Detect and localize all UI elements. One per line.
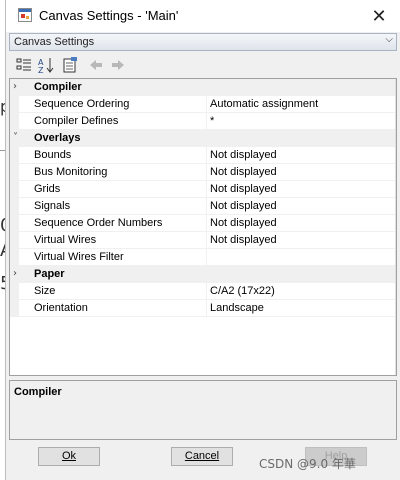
sort-alphabetical-icon[interactable]: A Z — [37, 56, 55, 74]
property-row[interactable]: Sequence Ordering Automatic assignment — [10, 96, 396, 113]
property-name: Sequence Order Numbers — [19, 215, 207, 232]
collapse-icon[interactable]: › — [13, 268, 17, 279]
watermark-text: CSDN @9.0 年華 — [259, 457, 356, 471]
property-row[interactable]: Virtual Wires Not displayed — [10, 232, 396, 249]
cancel-button[interactable]: Cancel — [171, 447, 233, 466]
svg-text:Z: Z — [38, 66, 44, 74]
property-name: Bus Monitoring — [19, 164, 207, 181]
forward-icon[interactable] — [109, 56, 127, 74]
property-name: Compiler Defines — [19, 113, 207, 130]
property-value[interactable]: * — [207, 113, 396, 130]
category-row[interactable]: ˅ Overlays — [10, 130, 396, 147]
row-gutter — [10, 181, 19, 198]
title-bar[interactable]: Canvas Settings - 'Main' ✕ — [6, 0, 400, 32]
canvas-settings-dialog: Canvas Settings - 'Main' ✕ Canvas Settin… — [5, 0, 400, 480]
property-row[interactable]: Virtual Wires Filter — [10, 249, 396, 266]
row-gutter — [10, 147, 19, 164]
property-row[interactable]: Bus Monitoring Not displayed — [10, 164, 396, 181]
property-name: Bounds — [19, 147, 207, 164]
close-icon: ✕ — [371, 5, 387, 27]
collapse-icon[interactable]: › — [13, 81, 17, 92]
ok-button[interactable]: Ok — [38, 447, 100, 466]
property-name: Signals — [19, 198, 207, 215]
row-gutter — [10, 283, 19, 300]
property-name: Size — [19, 283, 207, 300]
property-name: Grids — [19, 181, 207, 198]
row-gutter — [10, 96, 19, 113]
back-icon[interactable] — [87, 56, 105, 74]
property-row[interactable]: Compiler Defines * — [10, 113, 396, 130]
grid-divider — [395, 79, 396, 375]
app-icon — [18, 8, 32, 22]
row-gutter — [10, 300, 19, 317]
row-gutter — [10, 164, 19, 181]
category-row[interactable]: › Paper — [10, 266, 396, 283]
description-panel: Compiler — [9, 380, 397, 440]
property-value[interactable]: Landscape — [207, 300, 396, 317]
property-value[interactable]: Not displayed — [207, 147, 396, 164]
property-toolbar: A Z — [9, 53, 397, 77]
category-row[interactable]: › Compiler — [10, 79, 396, 96]
property-row[interactable]: Signals Not displayed — [10, 198, 396, 215]
property-value[interactable]: C/A2 (17x22) — [207, 283, 396, 300]
row-gutter — [10, 215, 19, 232]
categorized-icon[interactable] — [15, 56, 33, 74]
row-gutter — [10, 249, 19, 266]
property-row[interactable]: Size C/A2 (17x22) — [10, 283, 396, 300]
description-title: Compiler — [14, 386, 62, 398]
row-gutter — [10, 232, 19, 249]
property-name: Virtual Wires — [19, 232, 207, 249]
row-gutter — [10, 198, 19, 215]
window-title: Canvas Settings - 'Main' — [39, 8, 179, 23]
property-pages-icon[interactable] — [61, 56, 79, 74]
category-label: Overlays — [34, 132, 81, 144]
property-value[interactable]: Automatic assignment — [207, 96, 396, 113]
property-value[interactable]: Not displayed — [207, 232, 396, 249]
property-grid: › Compiler Sequence Ordering Automatic a… — [9, 78, 397, 376]
category-label: Compiler — [34, 81, 82, 93]
property-value[interactable]: Not displayed — [207, 181, 396, 198]
property-row[interactable]: Sequence Order Numbers Not displayed — [10, 215, 396, 232]
chevron-down-icon: ⌵ — [385, 34, 393, 45]
property-name: Virtual Wires Filter — [19, 249, 207, 266]
category-label: Paper — [34, 268, 65, 280]
property-value[interactable]: Not displayed — [207, 215, 396, 232]
close-button[interactable]: ✕ — [357, 0, 400, 32]
collapse-icon[interactable]: ˅ — [13, 132, 18, 143]
property-row[interactable]: Orientation Landscape — [10, 300, 396, 317]
property-row[interactable]: Grids Not displayed — [10, 181, 396, 198]
object-selector-dropdown[interactable]: Canvas Settings ⌵ — [9, 33, 397, 51]
property-name: Orientation — [19, 300, 207, 317]
row-gutter — [10, 113, 19, 130]
property-row[interactable]: Bounds Not displayed — [10, 147, 396, 164]
property-value[interactable]: Not displayed — [207, 198, 396, 215]
property-name: Sequence Ordering — [19, 96, 207, 113]
property-value[interactable] — [207, 249, 396, 266]
selected-object-label: Canvas Settings — [14, 36, 95, 48]
property-value[interactable]: Not displayed — [207, 164, 396, 181]
